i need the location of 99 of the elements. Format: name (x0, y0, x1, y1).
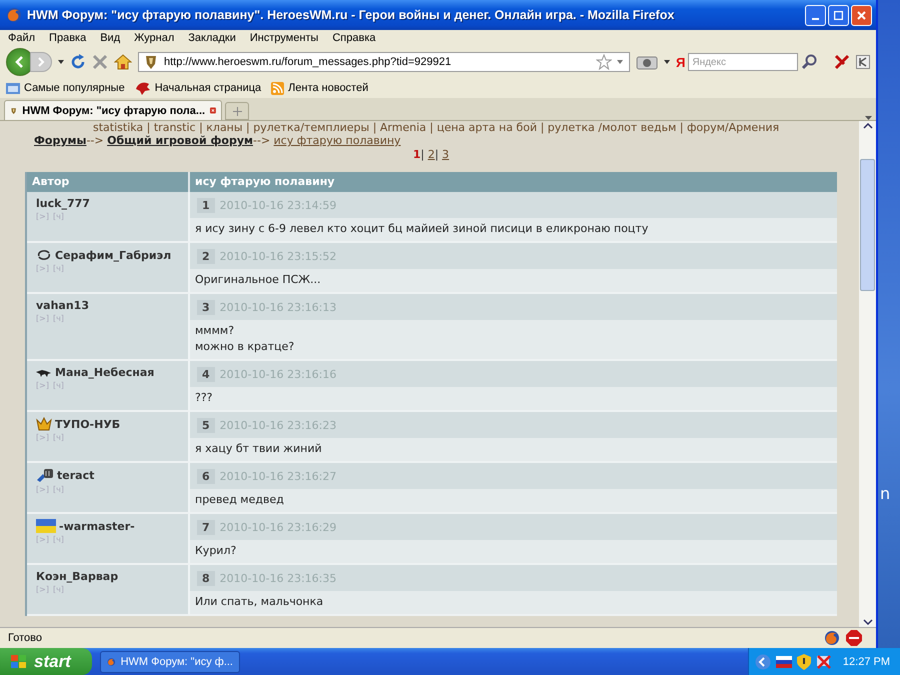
page-link[interactable]: 2 (428, 148, 435, 161)
column-header: ису фтарую полавину (190, 172, 837, 192)
search-icon[interactable] (801, 54, 818, 70)
post-number: 4 (197, 366, 215, 382)
post-message: я ису зину с 6-9 левел кто хоцит бц майией зиной писици в еликронаю поцту (190, 218, 837, 241)
post-date: 2010-10-16 23:14:59 (220, 198, 336, 212)
browser-tab[interactable]: HWM Форум: "ису фтарую пола... (4, 100, 222, 120)
dropdown-caret-icon[interactable] (58, 60, 64, 64)
camera-icon[interactable] (636, 54, 658, 70)
firefox-icon (6, 7, 22, 23)
shield-icon[interactable] (796, 654, 811, 670)
author-name[interactable]: ТУПО-НУБ (55, 418, 120, 430)
post-number: 1 (197, 198, 215, 212)
bookmark-item[interactable]: Начальная страница (134, 81, 262, 95)
chevron-left-icon[interactable] (754, 654, 771, 670)
breadcrumb-separator: --> (253, 134, 270, 147)
post-number: 8 (197, 570, 215, 586)
close-button[interactable] (851, 4, 872, 26)
post-date: 2010-10-16 23:15:52 (220, 250, 336, 262)
menu-item[interactable]: Вид (100, 32, 120, 44)
breadcrumb-link[interactable]: ису фтарую полавину (274, 134, 401, 147)
page-link[interactable]: 3 (442, 148, 450, 161)
menu-item[interactable]: Закладки (188, 32, 236, 44)
maximize-button[interactable] (828, 4, 849, 26)
rss-icon (271, 82, 284, 94)
close-icon (857, 10, 866, 20)
post-date: 2010-10-16 23:16:29 (220, 520, 336, 534)
scroll-up-icon[interactable] (862, 123, 872, 129)
column-header: Автор (27, 172, 190, 192)
post-message: мммм? можно в кратце? (190, 320, 837, 359)
start-button[interactable]: start (0, 648, 92, 675)
author-name[interactable]: -warmaster- (59, 520, 135, 532)
status-text: Готово (8, 632, 42, 644)
menu-item[interactable]: Правка (49, 32, 86, 44)
bookmark-item[interactable]: Лента новостей (271, 82, 368, 94)
flag-icon[interactable] (776, 656, 792, 668)
post-number: 3 (197, 300, 215, 314)
stop-sign-icon[interactable] (846, 630, 862, 646)
plus-icon (232, 106, 242, 116)
post-date: 2010-10-16 23:16:27 (220, 470, 336, 482)
search-engine-logo[interactable]: Я (676, 54, 686, 70)
page-separator: | (420, 148, 424, 161)
post-message: я хацу бт твии жиний (190, 438, 837, 461)
reload-icon[interactable] (70, 54, 86, 70)
crown-icon (36, 417, 52, 431)
post-message: Или спать, мальчонка (190, 591, 837, 614)
windows-logo-icon (10, 654, 28, 670)
site-icon (143, 54, 159, 70)
post-number: 7 (197, 520, 215, 534)
clock: 12:27 PM (842, 656, 890, 668)
firefox-icon[interactable] (824, 630, 840, 646)
author-name[interactable]: vahan13 (36, 299, 89, 312)
post-date: 2010-10-16 23:16:16 (220, 368, 336, 380)
page-separator: | (434, 148, 439, 161)
search-field[interactable]: Яндекс (688, 53, 798, 71)
menu-item[interactable]: Инструменты (250, 32, 318, 44)
post-date: 2010-10-16 23:16:23 (220, 418, 336, 432)
post-date: 2010-10-16 23:16:13 (220, 300, 336, 314)
address-field[interactable]: http://www.heroeswm.ru/forum_messages.php?tid=929921 (138, 52, 630, 72)
home-icon[interactable] (114, 54, 132, 70)
dropdown-caret-icon[interactable] (617, 60, 623, 64)
network-error-icon[interactable] (816, 654, 832, 670)
scrollbar-thumb[interactable] (860, 159, 875, 291)
minimize-icon (812, 18, 819, 20)
post-number: 2 (197, 248, 215, 264)
post-message: Курил? (190, 540, 837, 563)
menu-item[interactable]: Справка (332, 32, 376, 44)
window-title: HWM Форум: "ису фтарую полавину". HeroesWM.ru - Герои войны и денег. Онлайн игра. - Mozilla Firefox (27, 8, 676, 22)
bookmark-item[interactable]: Самые популярные (6, 82, 125, 94)
breadcrumb-separator: --> (86, 134, 104, 147)
post-message: превед медвед (190, 489, 837, 512)
minimize-button[interactable] (805, 4, 826, 26)
author-name[interactable]: luck_777 (36, 197, 90, 210)
taskbar-window-button[interactable]: HWM Форум: "ису ф... (100, 650, 240, 672)
menu-item[interactable]: Файл (8, 32, 36, 44)
desktop-icon-label: n (880, 484, 890, 503)
breadcrumb-link[interactable]: Форумы (34, 134, 86, 147)
post-date: 2010-10-16 23:16:35 (220, 572, 336, 584)
dropdown-caret-icon[interactable] (664, 60, 670, 64)
letter-k-icon[interactable] (856, 55, 870, 69)
star-icon[interactable] (596, 54, 612, 70)
post-message: Оригинальное ПСЖ... (190, 269, 837, 292)
page-link[interactable]: 1 (412, 148, 421, 161)
author-name[interactable]: Мана_Небесная (55, 366, 154, 379)
post-number: 6 (197, 468, 215, 484)
flag-icon (36, 519, 56, 533)
menu-item[interactable]: Журнал (134, 32, 174, 44)
author-name[interactable]: Коэн_Варвар (36, 570, 118, 583)
post-message: ??? (190, 387, 837, 410)
breadcrumb-link[interactable]: Общий игровой форум (107, 134, 253, 147)
post-number: 5 (197, 418, 215, 432)
folder-icon (6, 82, 20, 94)
author-name[interactable]: Серафим_Габриэл (55, 248, 172, 262)
top-navigation-links[interactable]: statistika | transtic | кланы | рулетка/темплиеры | Armenia | цена арта на бой | рулетка /молот ведьм | форум/Армения (25, 121, 837, 134)
author-name[interactable]: teract (57, 469, 94, 482)
tab-list-caret-icon[interactable] (865, 116, 872, 120)
scroll-down-icon[interactable] (862, 619, 872, 625)
swirl-icon (36, 248, 52, 262)
maximize-icon (834, 10, 843, 20)
